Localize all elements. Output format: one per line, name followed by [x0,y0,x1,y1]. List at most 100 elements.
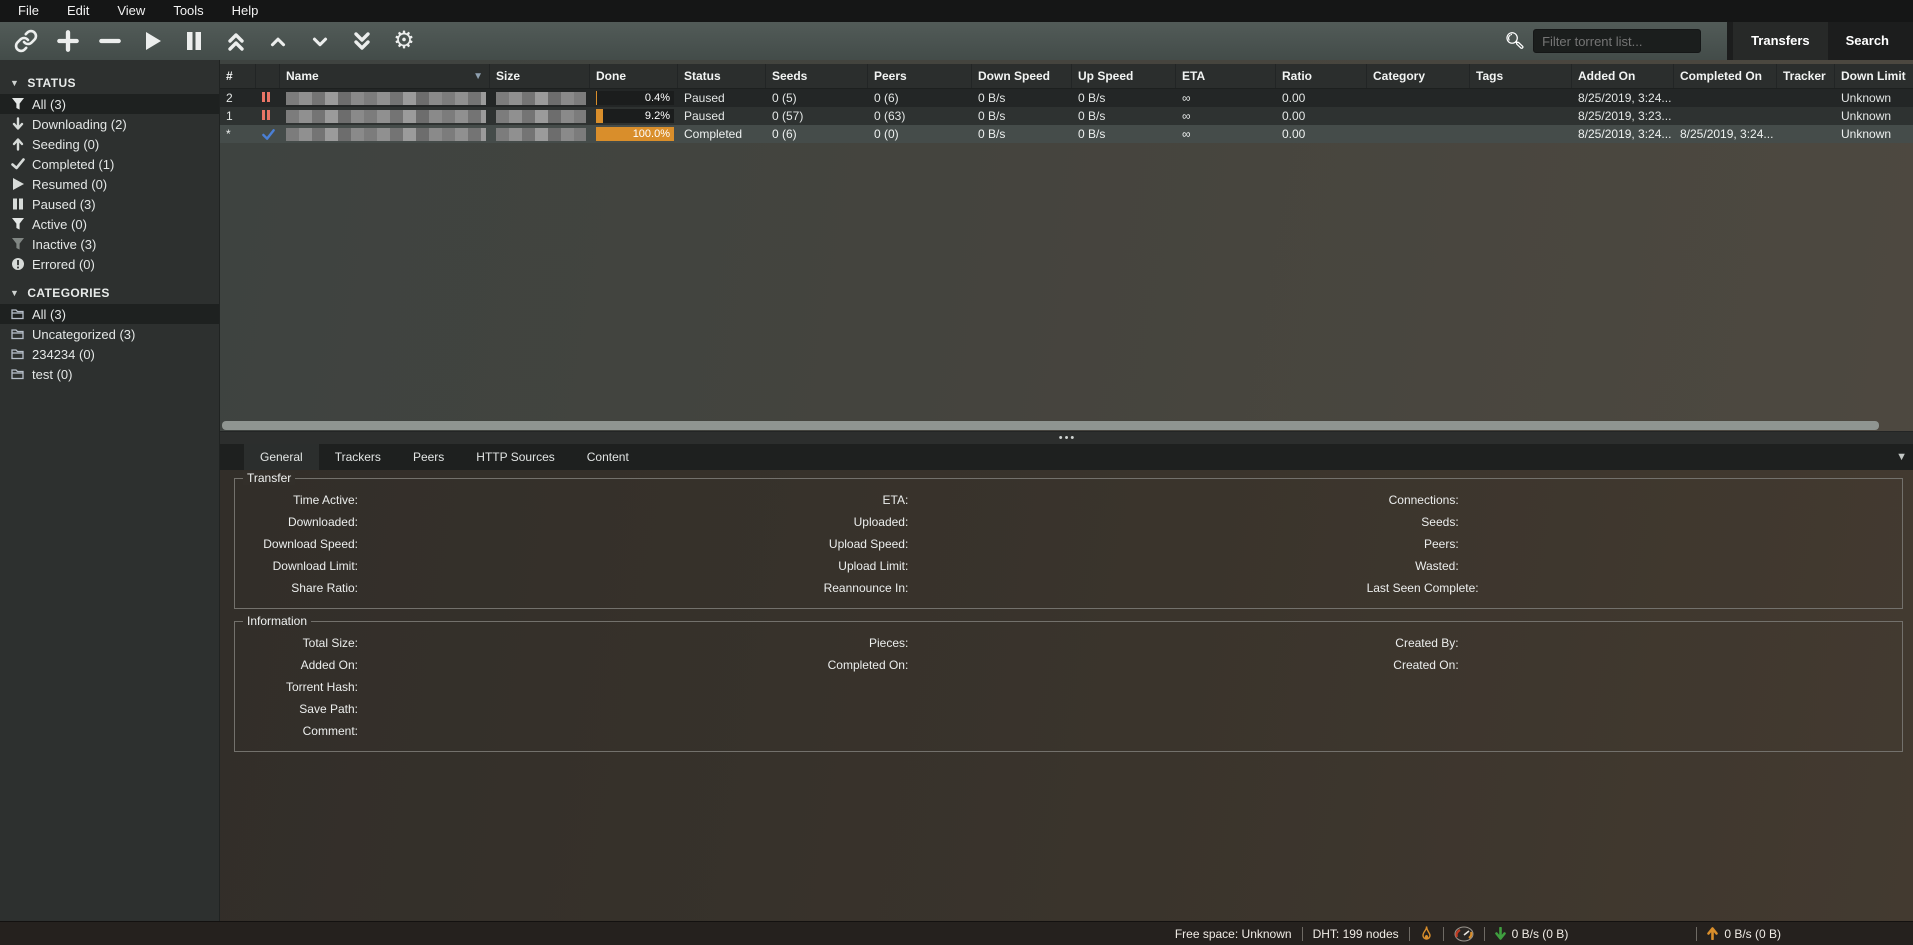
cell-category [1367,89,1470,107]
free-space-status: Free space: Unknown [1165,927,1302,941]
field-upload-speed: Upload Speed: [793,537,908,552]
cell-seeds: 0 (57) [766,107,868,125]
col-down-speed[interactable]: Down Speed [972,64,1072,88]
cell-name-redacted [280,107,490,125]
move-down-button[interactable] [304,26,336,56]
menu-edit[interactable]: Edit [53,0,103,22]
cell-done: 9.2% [590,107,678,125]
col-state[interactable] [256,64,280,88]
alt-speed-limits-button[interactable] [1444,926,1484,942]
redacted-name-blur [286,128,486,141]
col-up-speed[interactable]: Up Speed [1072,64,1176,88]
cell-status: Paused [678,107,766,125]
delete-torrent-button[interactable] [94,26,126,56]
sidebar-item-category-234234[interactable]: 234234 (0) [0,344,219,364]
col-eta[interactable]: ETA [1176,64,1276,88]
cell-state [256,125,280,143]
sidebar-item-seeding[interactable]: Seeding (0) [0,134,219,154]
sidebar-item-category-uncategorized[interactable]: Uncategorized (3) [0,324,219,344]
move-top-button[interactable] [220,26,252,56]
tab-content[interactable]: Content [571,444,645,470]
col-tags[interactable]: Tags [1470,64,1572,88]
table-row[interactable]: 1 9.2% Paused 0 (57) 0 (63) 0 B/s 0 B/s … [220,107,1913,125]
col-ratio[interactable]: Ratio [1276,64,1367,88]
tab-trackers[interactable]: Trackers [319,444,397,470]
cell-tags [1470,89,1572,107]
cell-down-speed: 0 B/s [972,107,1072,125]
move-up-button[interactable] [262,26,294,56]
menu-file[interactable]: File [4,0,53,22]
cell-category [1367,125,1470,143]
add-torrent-link-button[interactable] [10,26,42,56]
sidebar-item-category-all[interactable]: All (3) [0,304,219,324]
plus-icon [55,28,81,54]
up-arrow-icon [10,137,25,152]
options-button[interactable]: ⚙ [388,26,420,56]
col-completed-on[interactable]: Completed On [1674,64,1777,88]
cell-size [490,125,590,143]
sidebar-item-active[interactable]: Active (0) [0,214,219,234]
sidebar-item-resumed[interactable]: Resumed (0) [0,174,219,194]
col-size[interactable]: Size [490,64,590,88]
col-name[interactable]: Name▼ [280,64,490,88]
categories-section-header[interactable]: ▼ CATEGORIES [0,282,219,304]
sidebar-item-paused[interactable]: Paused (3) [0,194,219,214]
col-down-limit[interactable]: Down Limit [1835,64,1913,88]
connection-status-button[interactable] [1410,926,1443,942]
field-connections: Connections: [1344,493,1459,508]
col-number[interactable]: # [220,64,256,88]
col-category[interactable]: Category [1367,64,1470,88]
cell-down-speed: 0 B/s [972,125,1072,143]
scrollbar-thumb[interactable] [222,421,1879,430]
menu-view[interactable]: View [103,0,159,22]
cell-status: Completed [678,125,766,143]
field-value [1459,559,1894,574]
sidebar-item-downloading[interactable]: Downloading (2) [0,114,219,134]
col-added-on[interactable]: Added On [1572,64,1674,88]
cell-ratio: 0.00 [1276,125,1367,143]
horizontal-scrollbar[interactable] [220,420,1913,431]
details-tab-bar: General Trackers Peers HTTP Sources Cont… [220,444,1913,470]
resume-button[interactable] [136,26,168,56]
sidebar-item-category-test[interactable]: test (0) [0,364,219,384]
col-tracker[interactable]: Tracker [1777,64,1835,88]
menu-tools[interactable]: Tools [159,0,217,22]
sidebar-item-inactive[interactable]: Inactive (3) [0,234,219,254]
chevron-down-icon[interactable]: ▼ [1896,451,1907,463]
sidebar-item-errored[interactable]: Errored (0) [0,254,219,274]
tab-transfers[interactable]: Transfers [1733,22,1828,60]
sidebar-item-label: Downloading (2) [32,117,127,132]
add-torrent-file-button[interactable] [52,26,84,56]
redacted-name-blur [286,92,486,105]
tab-search[interactable]: Search [1828,22,1907,60]
cell-ratio: 0.00 [1276,89,1367,107]
col-seeds[interactable]: Seeds [766,64,868,88]
col-status[interactable]: Status [678,64,766,88]
field-created-on: Created On: [1344,658,1459,673]
field-value [1459,537,1894,552]
speed-gauge-icon [1454,926,1474,942]
table-row[interactable]: * 100.0% Completed 0 (6) 0 (0) 0 B/s 0 B… [220,125,1913,143]
sidebar-item-label: Paused (3) [32,197,96,212]
status-section-header[interactable]: ▼ STATUS [0,72,219,94]
cell-done: 100.0% [590,125,678,143]
cell-tracker [1777,89,1835,107]
col-peers[interactable]: Peers [868,64,972,88]
sidebar-item-completed[interactable]: Completed (1) [0,154,219,174]
pause-icon [182,29,206,53]
field-value [358,493,793,508]
tab-general[interactable]: General [244,444,319,470]
col-done[interactable]: Done [590,64,678,88]
cell-name-redacted [280,125,490,143]
filter-torrent-input[interactable] [1533,29,1701,53]
tab-http-sources[interactable]: HTTP Sources [460,444,570,470]
sidebar-item-all-status[interactable]: All (3) [0,94,219,114]
pane-splitter[interactable]: ••• [220,431,1913,444]
menu-help[interactable]: Help [218,0,273,22]
field-comment: Comment: [243,724,358,739]
move-bottom-button[interactable] [346,26,378,56]
play-icon [10,177,25,192]
table-row[interactable]: 2 0.4% Paused 0 (5) 0 (6) 0 B/s 0 B/s ∞ … [220,89,1913,107]
pause-button[interactable] [178,26,210,56]
tab-peers[interactable]: Peers [397,444,460,470]
